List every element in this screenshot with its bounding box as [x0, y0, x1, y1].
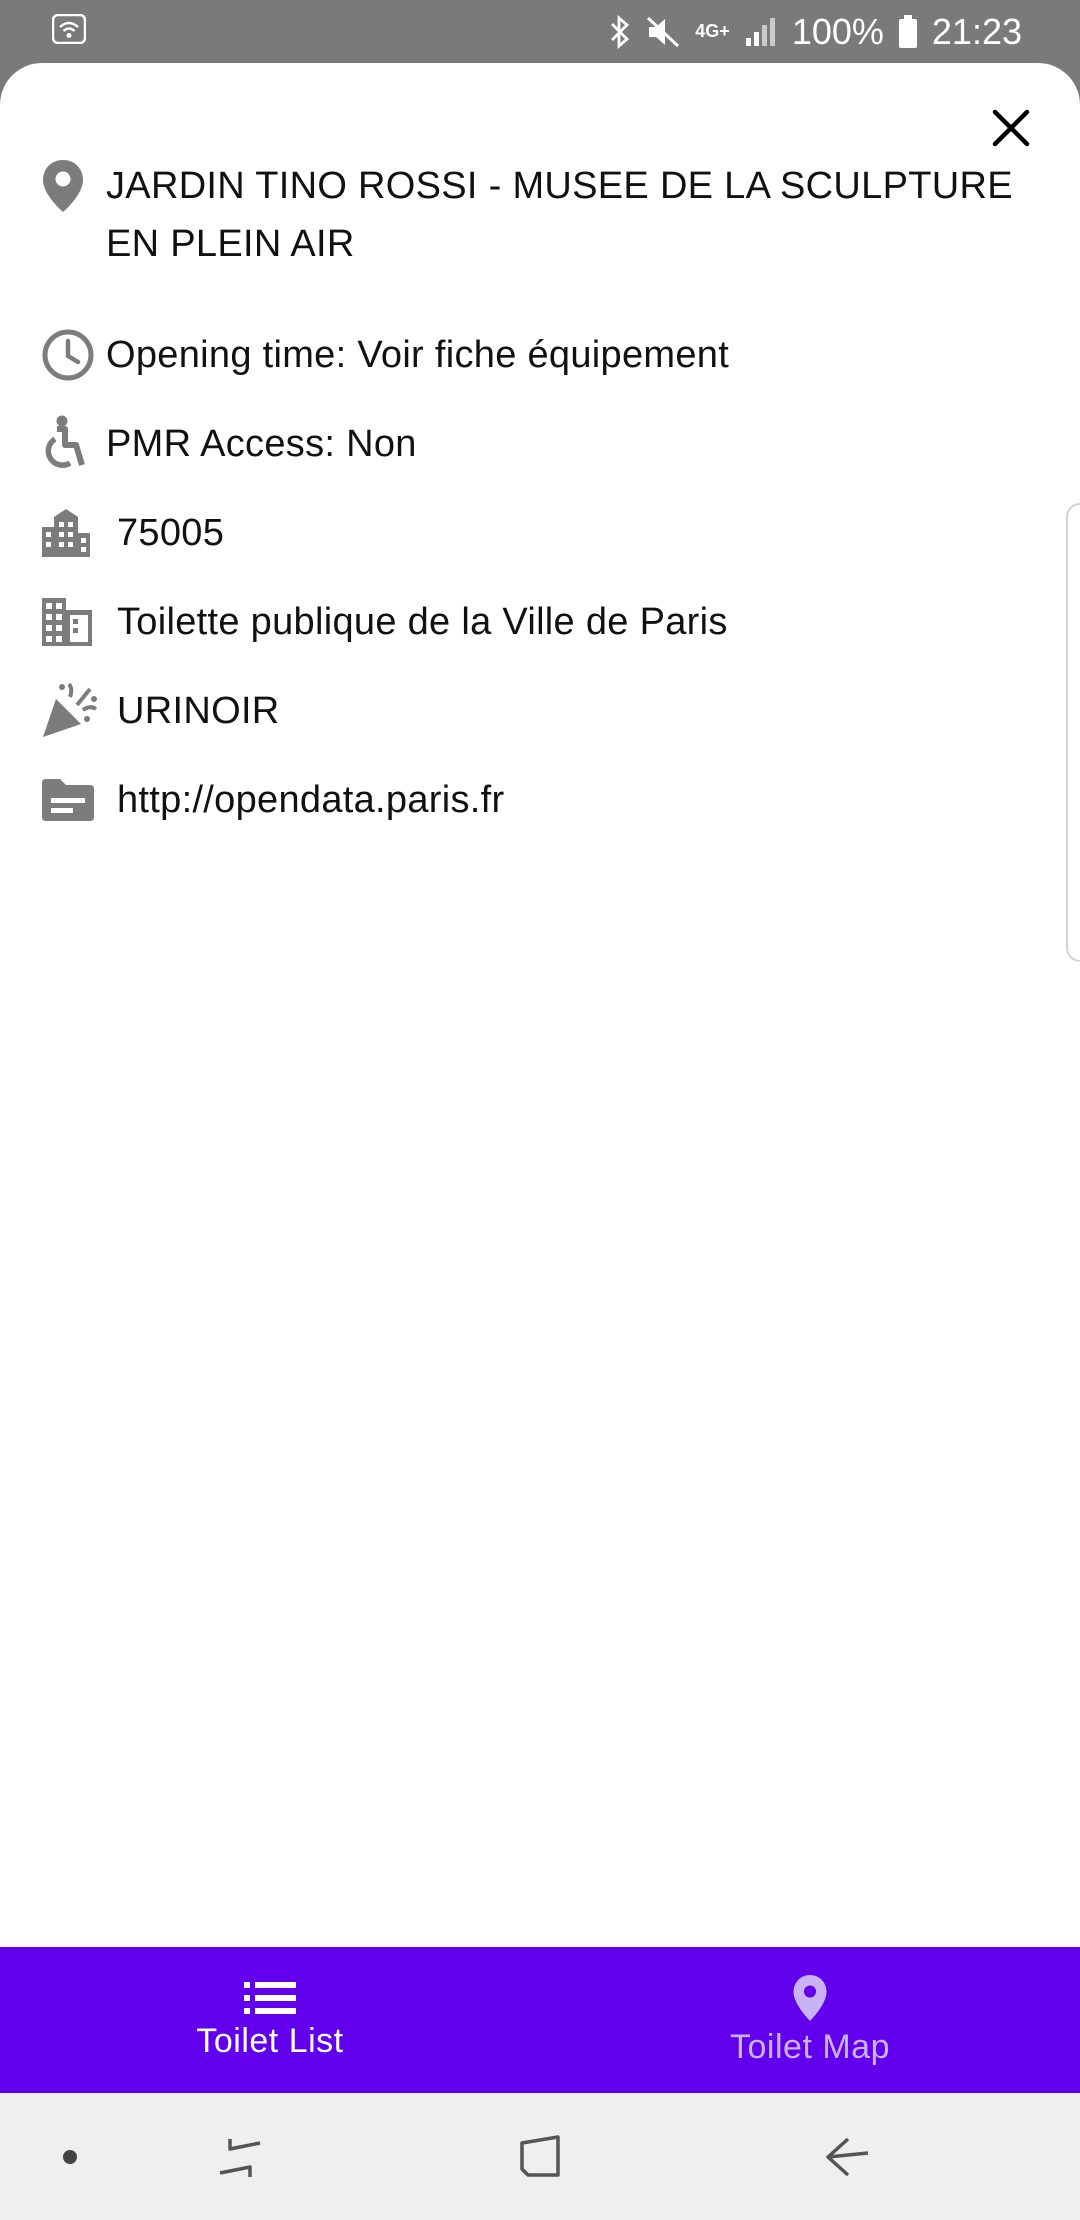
bottom-navigation: Toilet List Toilet Map — [0, 1947, 1080, 2093]
mute-icon — [645, 15, 681, 49]
network-type-label: 4G+ — [695, 21, 730, 41]
nav-toilet-list-label: Toilet List — [196, 2021, 344, 2060]
home-button[interactable] — [512, 2093, 572, 2220]
opening-time-text: Opening time: Voir fiche équipement — [106, 334, 730, 376]
system-navigation-bar — [0, 2093, 1080, 2220]
nav-toilet-list[interactable]: Toilet List — [0, 1947, 540, 2093]
close-button[interactable] — [980, 97, 1042, 159]
recent-apps-icon — [219, 2138, 261, 2177]
app-screen: 4G+ 100% 21:23 JARDIN TINO ROSSI - MUSEE… — [0, 0, 1080, 2220]
clock-time: 21:23 — [931, 10, 1022, 52]
recent-apps-button[interactable] — [210, 2093, 270, 2220]
type-text: URINOIR — [117, 690, 280, 732]
wheelchair-icon — [40, 415, 106, 473]
postal-code-text: 75005 — [117, 512, 225, 554]
manager-text: Toilette publique de la Ville de Paris — [117, 601, 728, 643]
battery-percent: 100% — [791, 10, 884, 52]
detail-row-postal-code: 75005 — [40, 504, 1040, 562]
sys-dot-button[interactable] — [52, 2093, 88, 2220]
detail-row-name: JARDIN TINO ROSSI - MUSEE DE LA SCULPTUR… — [40, 157, 1040, 273]
location-pin-icon — [40, 157, 106, 215]
back-button[interactable] — [818, 2093, 878, 2220]
dot-icon — [63, 2149, 77, 2164]
detail-row-source: http://opendata.paris.fr — [40, 771, 1040, 829]
building-icon — [40, 593, 106, 651]
signal-icon — [744, 16, 778, 48]
clock-icon — [40, 326, 106, 384]
map-pin-icon — [793, 1974, 827, 2021]
detail-row-manager: Toilette publique de la Ville de Paris — [40, 593, 1040, 651]
battery-icon — [898, 14, 918, 49]
city-buildings-icon — [40, 504, 106, 562]
list-icon — [244, 1981, 296, 2014]
bluetooth-icon — [609, 14, 631, 49]
wifi-notification-icon — [51, 13, 87, 49]
source-link[interactable]: http://opendata.paris.fr — [117, 771, 504, 829]
place-name: JARDIN TINO ROSSI - MUSEE DE LA SCULPTUR… — [106, 165, 1013, 265]
details-sheet: JARDIN TINO ROSSI - MUSEE DE LA SCULPTUR… — [0, 63, 1080, 1947]
detail-row-pmr-access: PMR Access: Non — [40, 415, 1040, 473]
close-icon — [992, 109, 1030, 147]
nav-toilet-map[interactable]: Toilet Map — [540, 1947, 1080, 2093]
party-popper-icon — [40, 682, 106, 740]
document-icon — [40, 771, 106, 829]
back-arrow-icon — [826, 2137, 869, 2176]
side-drawer-handle[interactable] — [1066, 503, 1080, 962]
detail-row-opening-time: Opening time: Voir fiche équipement — [40, 326, 1040, 384]
home-square-icon — [520, 2134, 560, 2177]
pmr-access-text: PMR Access: Non — [106, 423, 417, 465]
nav-toilet-map-label: Toilet Map — [730, 2027, 890, 2066]
status-bar: 4G+ 100% 21:23 — [0, 0, 1080, 63]
detail-row-type: URINOIR — [40, 682, 1040, 740]
